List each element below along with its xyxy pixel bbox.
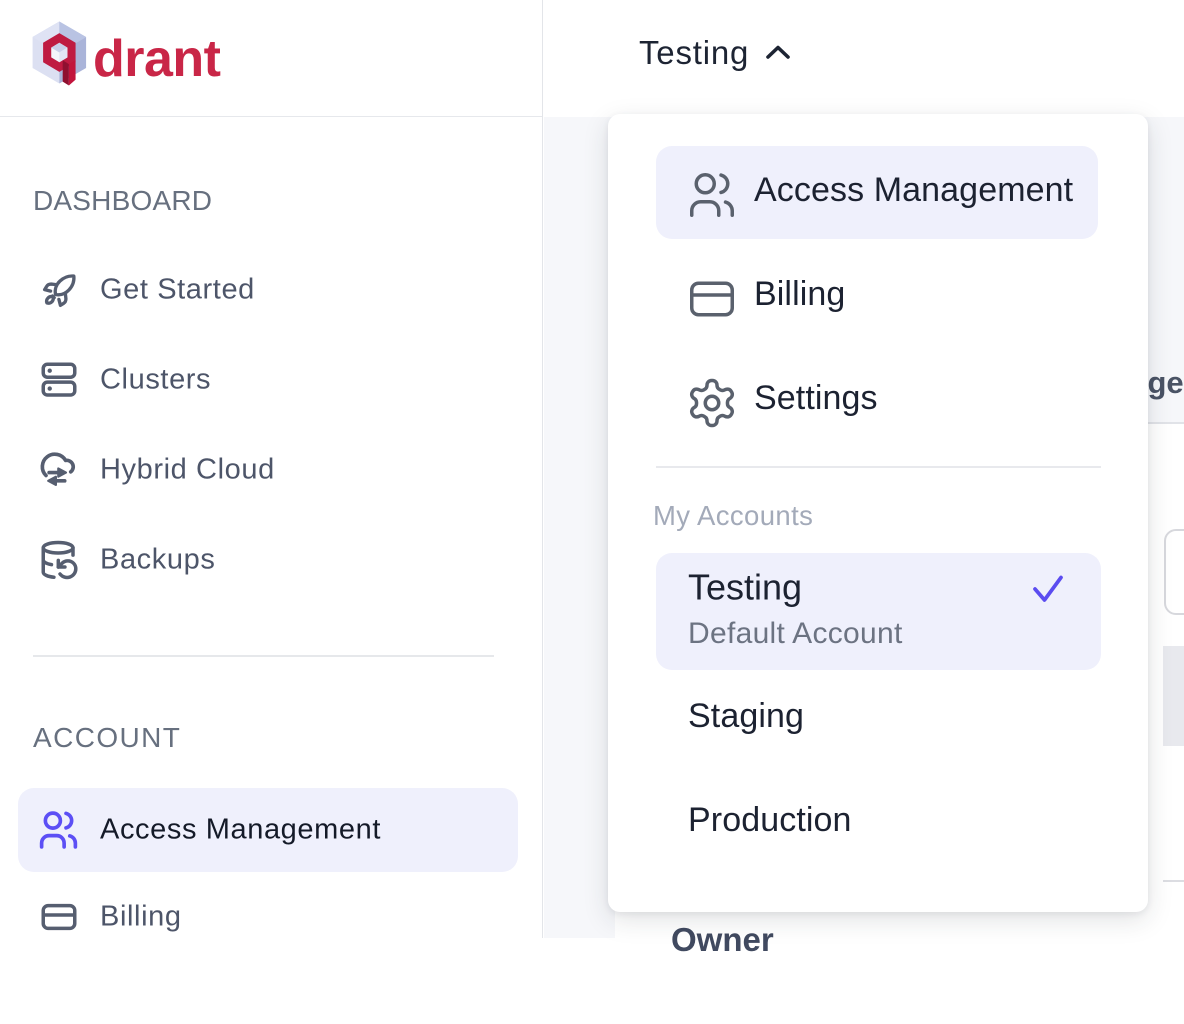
svg-text:drant: drant — [93, 30, 221, 87]
